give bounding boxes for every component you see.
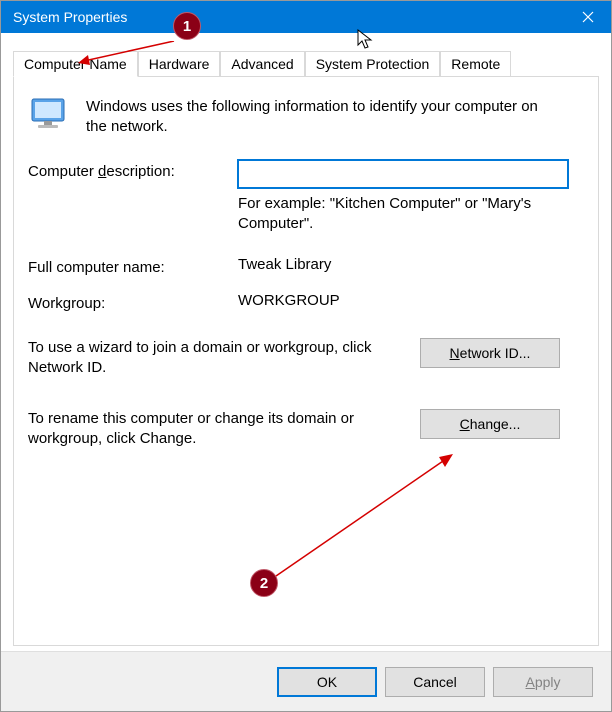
row-workgroup: Workgroup: WORKGROUP: [28, 292, 584, 312]
monitor-icon: [28, 97, 72, 137]
window-title: System Properties: [13, 9, 565, 25]
content-area: Computer Name Hardware Advanced System P…: [1, 33, 611, 651]
tab-advanced[interactable]: Advanced: [220, 51, 304, 77]
network-id-button[interactable]: Network ID...: [420, 338, 560, 368]
row-wizard: To use a wizard to join a domain or work…: [28, 338, 584, 379]
footer-buttons: OK Cancel Apply: [1, 651, 611, 711]
intro-text: Windows uses the following information t…: [86, 97, 546, 138]
description-input[interactable]: [238, 160, 568, 188]
fullname-value: Tweak Library: [238, 256, 584, 273]
titlebar[interactable]: System Properties: [1, 1, 611, 33]
annotation-badge-2: 2: [250, 569, 278, 597]
cancel-button[interactable]: Cancel: [385, 667, 485, 697]
workgroup-label: Workgroup:: [28, 292, 238, 312]
row-fullname: Full computer name: Tweak Library: [28, 256, 584, 276]
rename-text: To rename this computer or change its do…: [28, 409, 408, 450]
description-label: Computer description:: [28, 160, 238, 180]
row-rename: To rename this computer or change its do…: [28, 409, 584, 450]
wizard-text: To use a wizard to join a domain or work…: [28, 338, 408, 379]
tab-hardware[interactable]: Hardware: [138, 51, 221, 77]
close-button[interactable]: [565, 1, 611, 33]
description-example: For example: "Kitchen Computer" or "Mary…: [238, 194, 578, 235]
ok-button[interactable]: OK: [277, 667, 377, 697]
close-icon: [582, 11, 594, 23]
workgroup-value: WORKGROUP: [238, 292, 584, 309]
tab-computer-name[interactable]: Computer Name: [13, 51, 138, 77]
change-button[interactable]: Change...: [420, 409, 560, 439]
tab-remote[interactable]: Remote: [440, 51, 511, 77]
row-description: Computer description:: [28, 160, 584, 188]
annotation-badge-1: 1: [173, 12, 201, 40]
apply-button[interactable]: Apply: [493, 667, 593, 697]
intro-row: Windows uses the following information t…: [28, 97, 584, 138]
fullname-label: Full computer name:: [28, 256, 238, 276]
tab-strip: Computer Name Hardware Advanced System P…: [13, 51, 599, 77]
tab-panel-computer-name: Windows uses the following information t…: [13, 76, 599, 646]
tab-system-protection[interactable]: System Protection: [305, 51, 441, 77]
